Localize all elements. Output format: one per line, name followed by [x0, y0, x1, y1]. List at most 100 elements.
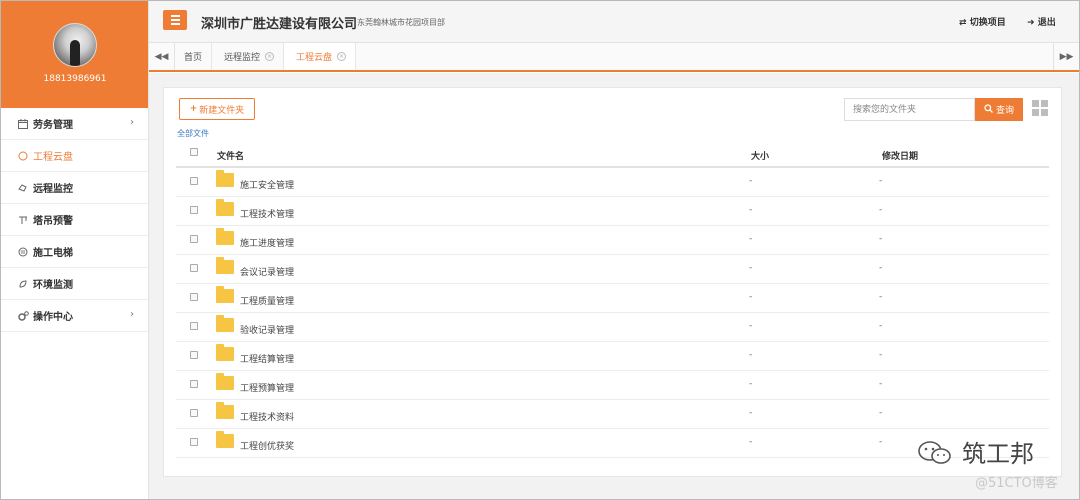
- sidebar-item-operation-center[interactable]: 操作中心 ›: [1, 300, 148, 332]
- select-all-checkbox[interactable]: [190, 148, 198, 156]
- avatar[interactable]: [53, 23, 97, 67]
- profile-header: 18813986961: [1, 1, 148, 108]
- file-size: -: [749, 292, 753, 302]
- folder-icon: [216, 315, 234, 332]
- file-modified: -: [879, 437, 883, 447]
- tab-remote-monitor[interactable]: 远程监控 ×: [212, 43, 284, 70]
- file-size: -: [749, 176, 753, 186]
- sidebar-item-label: 劳务管理: [33, 120, 73, 131]
- row-checkbox[interactable]: [190, 293, 198, 301]
- row-checkbox[interactable]: [190, 235, 198, 243]
- tab-label: 远程监控: [224, 53, 261, 63]
- table-row[interactable]: 施工进度管理 - -: [176, 226, 1049, 255]
- camera-icon: [17, 182, 29, 194]
- col-header-modified: 修改日期: [882, 152, 919, 162]
- tab-label: 首页: [183, 53, 202, 63]
- switch-project-button[interactable]: ⇄ 切换项目: [959, 15, 1006, 28]
- folder-icon: [216, 170, 234, 187]
- top-header: 深圳市广胜达建设有限公司 东莞翰林城市花园项目部 ⇄ 切换项目 ➜ 退出: [149, 1, 1079, 43]
- new-folder-button[interactable]: + 新建文件夹: [179, 98, 255, 120]
- file-name[interactable]: 工程质量管理: [240, 294, 294, 307]
- file-name[interactable]: 验收记录管理: [240, 323, 294, 336]
- file-modified: -: [879, 176, 883, 186]
- row-checkbox[interactable]: [190, 380, 198, 388]
- table-row[interactable]: 施工安全管理 - -: [176, 168, 1049, 197]
- table-row[interactable]: 工程技术资料 - -: [176, 400, 1049, 429]
- search-button[interactable]: 查询: [975, 98, 1023, 121]
- calendar-icon: [17, 118, 29, 130]
- close-icon[interactable]: ×: [265, 52, 275, 61]
- watermark-site: @51CTO博客: [975, 476, 1058, 491]
- folder-icon: [216, 199, 234, 216]
- file-name[interactable]: 工程技术资料: [240, 410, 294, 423]
- breadcrumb[interactable]: 全部文件: [177, 128, 209, 139]
- cloud-icon: [17, 150, 29, 162]
- logout-button[interactable]: ➜ 退出: [1027, 15, 1056, 28]
- file-name[interactable]: 工程技术管理: [240, 207, 294, 220]
- file-name[interactable]: 施工进度管理: [240, 236, 294, 249]
- row-checkbox[interactable]: [190, 351, 198, 359]
- switch-project-label: 切换项目: [969, 18, 1006, 28]
- tab-home[interactable]: 首页: [175, 43, 212, 70]
- file-modified: -: [879, 350, 883, 360]
- sidebar-item-label: 环境监测: [33, 280, 73, 291]
- table-row[interactable]: 工程质量管理 - -: [176, 284, 1049, 313]
- file-size: -: [749, 234, 753, 244]
- row-checkbox[interactable]: [190, 409, 198, 417]
- file-size: -: [749, 408, 753, 418]
- sidebar-item-label: 操作中心: [33, 312, 73, 323]
- table-row[interactable]: 验收记录管理 - -: [176, 313, 1049, 342]
- sidebar-item-environment[interactable]: 环境监测: [1, 268, 148, 300]
- file-name[interactable]: 会议记录管理: [240, 265, 294, 278]
- tab-scroll-left-button[interactable]: ◀◀: [149, 43, 175, 70]
- folder-icon: [216, 402, 234, 419]
- row-checkbox[interactable]: [190, 264, 198, 272]
- table-row[interactable]: 会议记录管理 - -: [176, 255, 1049, 284]
- sidebar-item-elevator[interactable]: W 施工电梯: [1, 236, 148, 268]
- file-name[interactable]: 工程创优获奖: [240, 439, 294, 452]
- logout-icon: ➜: [1027, 18, 1035, 28]
- tab-cloud-drive[interactable]: 工程云盘 ×: [284, 43, 356, 70]
- file-name[interactable]: 工程预算管理: [240, 381, 294, 394]
- close-icon[interactable]: ×: [337, 52, 347, 61]
- table-row[interactable]: 工程预算管理 - -: [176, 371, 1049, 400]
- tab-scroll-right-button[interactable]: ▶▶: [1053, 43, 1079, 70]
- table-header: 文件名 大小 修改日期: [176, 143, 1049, 168]
- file-modified: -: [879, 408, 883, 418]
- file-size: -: [749, 205, 753, 215]
- row-checkbox[interactable]: [190, 322, 198, 330]
- folder-icon: [216, 228, 234, 245]
- company-name: 深圳市广胜达建设有限公司: [201, 17, 358, 32]
- plus-icon: +: [189, 104, 198, 114]
- sidebar-item-label: 施工电梯: [33, 248, 73, 259]
- file-name[interactable]: 施工安全管理: [240, 178, 294, 191]
- file-size: -: [749, 437, 753, 447]
- file-modified: -: [879, 263, 883, 273]
- sidebar-item-crane-warning[interactable]: 塔吊预警: [1, 204, 148, 236]
- col-header-name: 文件名: [217, 152, 245, 162]
- sidebar: 18813986961 劳务管理 › 工程云盘 远程监控 塔吊预警 W 施工电梯: [1, 1, 149, 499]
- project-name: 东莞翰林城市花园项目部: [357, 18, 445, 27]
- folder-icon: [216, 373, 234, 390]
- tab-label: 工程云盘: [296, 53, 333, 63]
- file-name[interactable]: 工程结算管理: [240, 352, 294, 365]
- sidebar-item-cloud-drive[interactable]: 工程云盘: [1, 140, 148, 172]
- grid-view-icon[interactable]: [1032, 100, 1048, 116]
- sidebar-item-labor[interactable]: 劳务管理 ›: [1, 108, 148, 140]
- row-checkbox[interactable]: [190, 177, 198, 185]
- file-modified: -: [879, 321, 883, 331]
- menu-toggle-button[interactable]: [163, 10, 187, 30]
- row-checkbox[interactable]: [190, 438, 198, 446]
- search-input[interactable]: [844, 98, 975, 121]
- tab-bar: ◀◀ 首页 远程监控 × 工程云盘 × ▶▶: [149, 43, 1079, 72]
- folder-icon: [216, 257, 234, 274]
- table-row[interactable]: 工程结算管理 - -: [176, 342, 1049, 371]
- row-checkbox[interactable]: [190, 206, 198, 214]
- crane-icon: [17, 214, 29, 226]
- svg-text:W: W: [21, 250, 26, 256]
- file-modified: -: [879, 205, 883, 215]
- sidebar-item-remote-monitor[interactable]: 远程监控: [1, 172, 148, 204]
- search-button-label: 查询: [995, 106, 1014, 116]
- table-row[interactable]: 工程技术管理 - -: [176, 197, 1049, 226]
- file-size: -: [749, 263, 753, 273]
